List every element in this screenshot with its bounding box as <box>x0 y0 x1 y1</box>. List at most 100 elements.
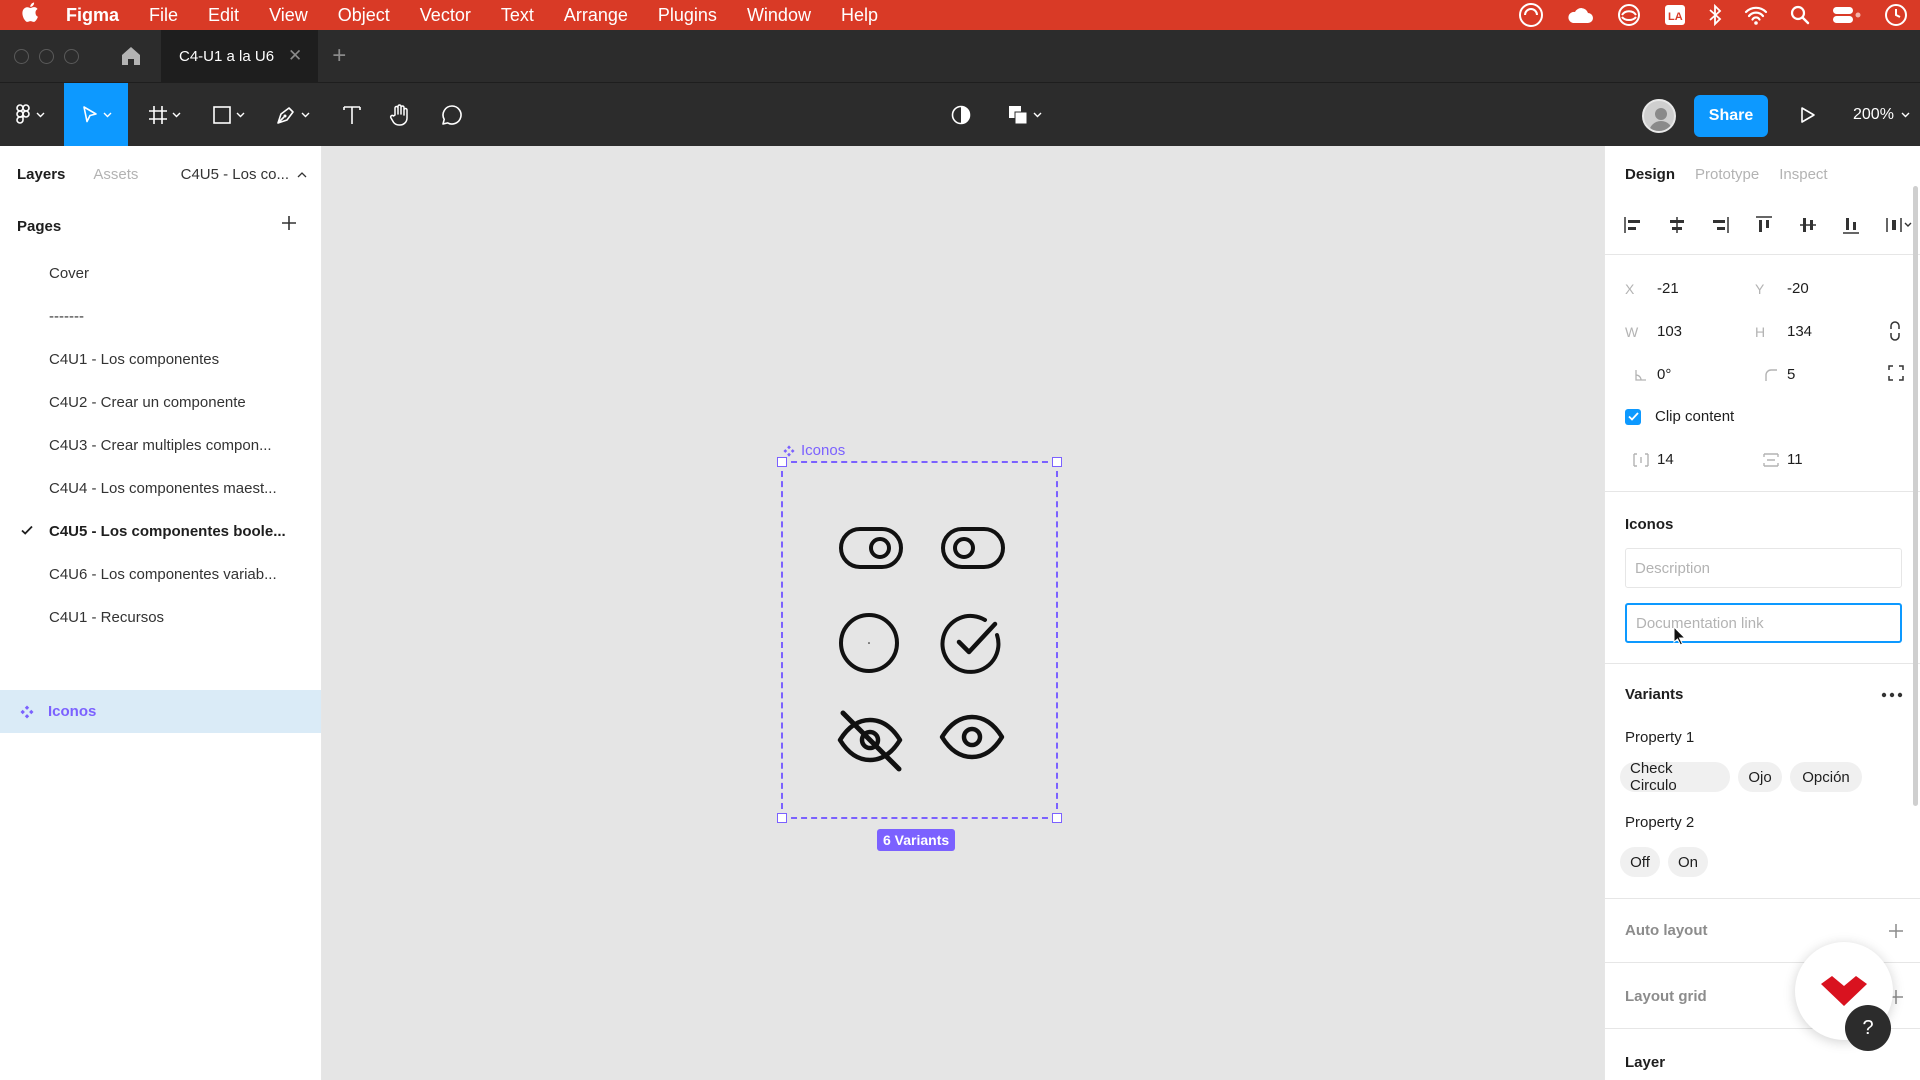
menu-vector[interactable]: Vector <box>405 0 486 30</box>
width-field[interactable]: W 103 <box>1625 323 1682 340</box>
close-window-button[interactable] <box>14 48 29 64</box>
rotation-field[interactable]: 0° <box>1625 366 1671 383</box>
comment-tool[interactable] <box>432 83 472 147</box>
page-item[interactable]: ------- <box>0 295 322 338</box>
variant-chip[interactable]: Check Circulo <box>1620 760 1730 794</box>
apple-icon[interactable] <box>0 2 60 28</box>
check-circle-icon[interactable] <box>939 611 1003 675</box>
variant-chip[interactable]: Ojo <box>1738 762 1782 792</box>
menu-window[interactable]: Window <box>732 0 826 30</box>
spotlight-search-icon[interactable] <box>1790 5 1810 25</box>
toggle-on-icon[interactable] <box>837 525 905 571</box>
component-set-frame[interactable] <box>777 457 1062 823</box>
align-vertical-center-icon[interactable] <box>1798 215 1818 235</box>
contrast-mask-button[interactable] <box>942 83 980 147</box>
avatar[interactable] <box>1642 99 1676 133</box>
menu-plugins[interactable]: Plugins <box>643 0 732 30</box>
menu-object[interactable]: Object <box>323 0 405 30</box>
present-button[interactable] <box>1790 83 1826 147</box>
frame-tool[interactable] <box>140 83 188 147</box>
vertical-gap-field[interactable]: 11 <box>1755 451 1803 468</box>
close-tab-icon[interactable]: ✕ <box>288 46 302 66</box>
wifi-icon[interactable] <box>1744 5 1768 25</box>
property-2-label[interactable]: Property 2 <box>1625 814 1694 831</box>
menu-view[interactable]: View <box>254 0 323 30</box>
independent-corners-icon[interactable] <box>1887 364 1905 382</box>
corner-radius-field[interactable]: 5 <box>1755 366 1795 383</box>
eye-off-icon[interactable] <box>835 705 905 775</box>
tab-design[interactable]: Design <box>1625 166 1675 183</box>
more-options-icon[interactable] <box>1881 692 1903 698</box>
resize-handle-bottom-right[interactable] <box>1052 813 1062 823</box>
documentation-link-input[interactable] <box>1625 603 1902 643</box>
menu-file[interactable]: File <box>134 0 193 30</box>
bluetooth-icon[interactable] <box>1708 4 1722 26</box>
page-item[interactable]: C4U1 - Los componentes <box>0 338 322 381</box>
resize-handle-top-right[interactable] <box>1052 457 1062 467</box>
add-auto-layout-icon[interactable] <box>1887 922 1905 940</box>
page-item[interactable]: C4U4 - Los componentes maest... <box>0 467 322 510</box>
component-tools-button[interactable] <box>1000 83 1048 147</box>
pen-tool[interactable] <box>268 83 316 147</box>
height-field[interactable]: H 134 <box>1755 323 1812 340</box>
hand-tool[interactable] <box>380 83 420 147</box>
tab-inspect[interactable]: Inspect <box>1779 166 1827 183</box>
toggle-off-icon[interactable] <box>939 525 1007 571</box>
minimize-window-button[interactable] <box>39 48 54 64</box>
creative-cloud-icon[interactable] <box>1518 2 1544 28</box>
y-position-field[interactable]: Y -20 <box>1755 280 1809 297</box>
menu-figma[interactable]: Figma <box>60 0 134 30</box>
panel-scrollbar[interactable] <box>1913 186 1918 806</box>
resize-handle-bottom-left[interactable] <box>777 813 787 823</box>
tab-assets[interactable]: Assets <box>65 166 138 183</box>
page-item[interactable]: Cover <box>0 252 322 295</box>
menu-text[interactable]: Text <box>486 0 549 30</box>
tab-prototype[interactable]: Prototype <box>1695 166 1759 183</box>
horizontal-gap-field[interactable]: 14 <box>1625 451 1674 468</box>
sync-icon[interactable] <box>1616 2 1642 28</box>
page-selector[interactable]: C4U5 - Los co... <box>181 166 307 183</box>
page-item[interactable]: C4U1 - Recursos <box>0 596 322 639</box>
cloud-icon[interactable] <box>1566 5 1594 25</box>
menu-edit[interactable]: Edit <box>193 0 254 30</box>
constrain-proportions-icon[interactable] <box>1887 320 1903 342</box>
page-item[interactable]: C4U6 - Los componentes variab... <box>0 553 322 596</box>
page-item-current[interactable]: C4U5 - Los componentes boole... <box>0 510 322 553</box>
resize-handle-top-left[interactable] <box>777 457 787 467</box>
home-icon[interactable] <box>119 44 143 68</box>
la-app-icon[interactable]: LA <box>1664 4 1686 26</box>
align-right-icon[interactable] <box>1710 215 1730 235</box>
page-item[interactable]: C4U3 - Crear multiples compon... <box>0 424 322 467</box>
shape-tool[interactable] <box>204 83 252 147</box>
main-menu-button[interactable] <box>8 83 52 147</box>
page-item[interactable]: C4U2 - Crear un componente <box>0 381 322 424</box>
zoom-dropdown[interactable]: 200% <box>1853 83 1910 147</box>
variant-chip[interactable]: On <box>1668 847 1708 877</box>
clip-content-checkbox[interactable]: Clip content <box>1625 408 1734 425</box>
move-tool[interactable] <box>64 83 128 147</box>
align-bottom-icon[interactable] <box>1841 215 1861 235</box>
align-top-icon[interactable] <box>1754 215 1774 235</box>
add-page-icon[interactable] <box>278 212 300 234</box>
document-tab[interactable]: C4-U1 a la U6 ✕ <box>161 30 319 82</box>
description-input[interactable] <box>1625 548 1902 588</box>
variant-chip[interactable]: Opción <box>1790 762 1862 792</box>
variant-chip[interactable]: Off <box>1620 847 1660 877</box>
zoom-window-button[interactable] <box>64 48 79 64</box>
text-tool[interactable] <box>332 83 372 147</box>
share-button[interactable]: Share <box>1694 95 1768 137</box>
tab-layers[interactable]: Layers <box>0 166 65 183</box>
x-position-field[interactable]: X -21 <box>1625 280 1679 297</box>
align-left-icon[interactable] <box>1623 215 1643 235</box>
menu-arrange[interactable]: Arrange <box>549 0 643 30</box>
frame-name-label[interactable]: Iconos <box>783 442 845 459</box>
new-tab-button[interactable]: + <box>332 42 346 70</box>
clock-widget-icon[interactable] <box>1884 3 1908 27</box>
control-center-icon[interactable] <box>1832 5 1862 25</box>
property-1-label[interactable]: Property 1 <box>1625 729 1694 746</box>
layer-row-iconos[interactable]: Iconos <box>0 690 321 733</box>
distribute-icon[interactable] <box>1885 215 1913 235</box>
help-button[interactable]: ? <box>1845 1005 1891 1051</box>
circle-empty-icon[interactable] <box>837 611 901 675</box>
design-canvas[interactable]: Iconos 6 Variants <box>322 146 1604 1080</box>
